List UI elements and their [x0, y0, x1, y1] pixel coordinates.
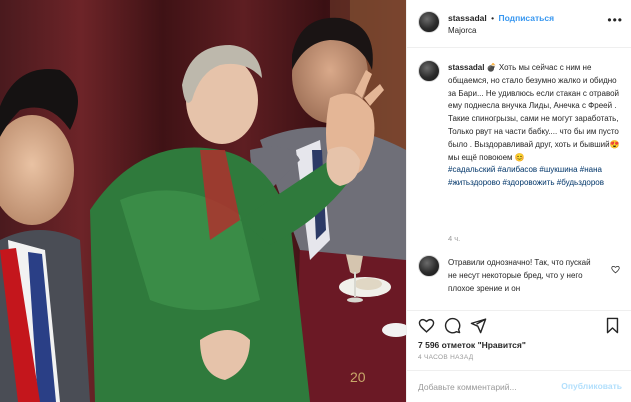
avatar[interactable]: [418, 255, 440, 277]
avatar[interactable]: [418, 60, 440, 82]
share-icon[interactable]: [470, 317, 487, 334]
more-horizontal-icon[interactable]: •••: [607, 14, 623, 26]
post-header: stassadal • Подписаться Majorca •••: [407, 0, 631, 48]
comment-icon[interactable]: [444, 317, 461, 334]
comment-text: Отравили однозначно! Так, что пускай не …: [448, 258, 591, 293]
post-image: 20: [0, 0, 406, 402]
bookmark-icon[interactable]: [604, 317, 621, 334]
table-number: 20: [350, 369, 366, 385]
comment-input[interactable]: [418, 380, 568, 394]
post-photo[interactable]: 20: [0, 0, 406, 402]
add-comment-bar: Опубликовать: [407, 370, 631, 402]
heart-icon[interactable]: [611, 265, 620, 274]
separator-dot: •: [491, 13, 495, 23]
publish-button[interactable]: Опубликовать: [561, 381, 622, 391]
likes-word: "Нравится": [477, 340, 526, 350]
caption-timestamp: 4 ч.: [448, 234, 461, 243]
post-timestamp[interactable]: 4 ЧАСОВ НАЗАД: [418, 354, 473, 361]
comments-list[interactable]: stassadal 💣 Хоть мы сейчас с ним не обща…: [407, 48, 631, 310]
caption-body: 💣 Хоть мы сейчас с ним не общаемся, но с…: [448, 63, 622, 162]
username-link[interactable]: stassadal: [448, 13, 487, 23]
caption-username[interactable]: stassadal: [448, 63, 484, 72]
caption-hashtags[interactable]: #садальский #алибасов #шукшина #нана #жи…: [448, 165, 604, 187]
user-line: stassadal • Подписаться: [448, 13, 554, 23]
caption-text: stassadal 💣 Хоть мы сейчас с ним не обща…: [448, 62, 626, 190]
avatar[interactable]: [418, 11, 440, 33]
likes-number: 7 596 отметок: [418, 340, 476, 350]
location-link[interactable]: Majorca: [448, 26, 476, 35]
heart-icon[interactable]: [418, 317, 435, 334]
likes-count[interactable]: 7 596 отметок "Нравится": [418, 340, 526, 350]
follow-button[interactable]: Подписаться: [498, 13, 554, 23]
action-bar: [407, 310, 631, 338]
post-sidebar: stassadal • Подписаться Majorca ••• stas…: [406, 0, 631, 402]
